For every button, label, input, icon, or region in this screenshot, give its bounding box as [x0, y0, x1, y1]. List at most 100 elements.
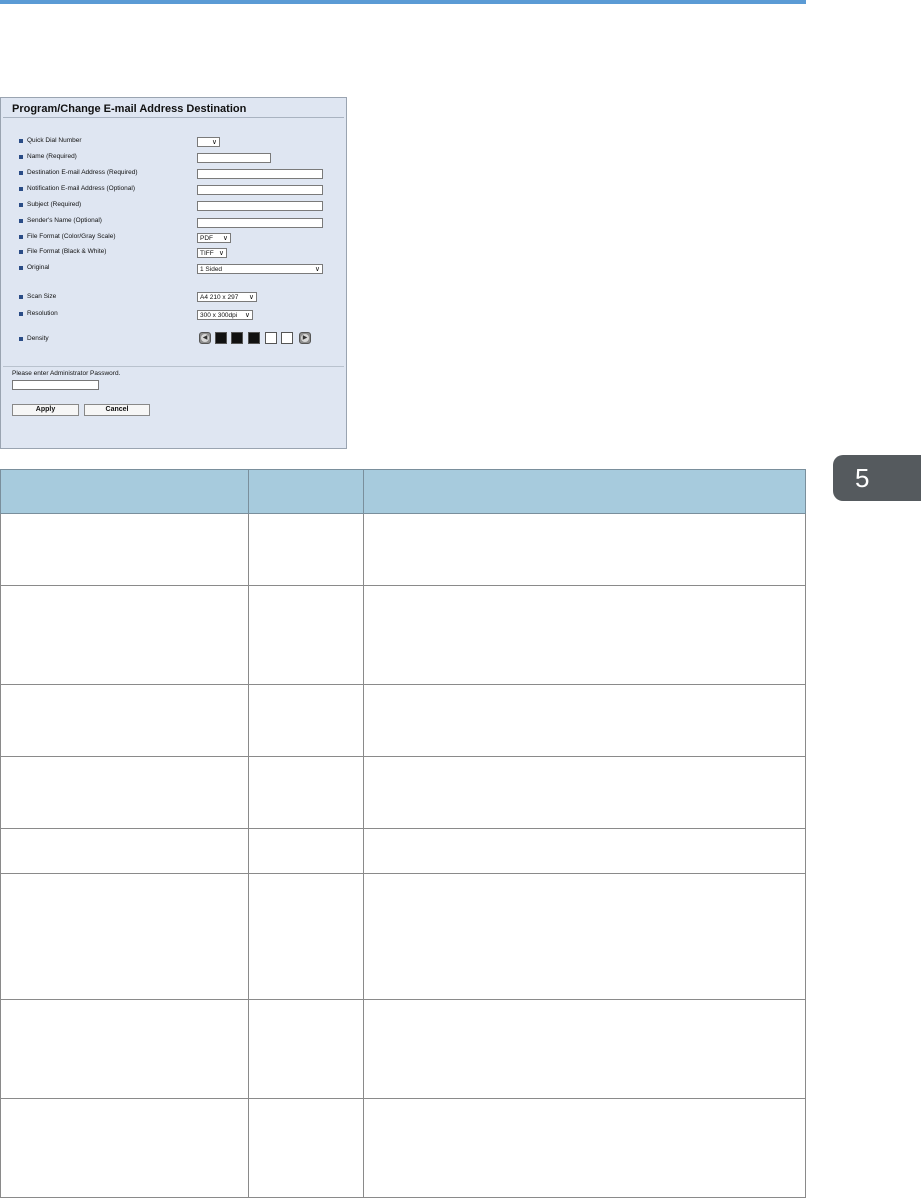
- table-cell: [248, 585, 364, 685]
- field-row: Name (Required): [19, 151, 77, 163]
- bullet-icon: [19, 295, 23, 299]
- table-row: [0, 873, 806, 1000]
- field-row: Subject (Required): [19, 199, 81, 211]
- subject-input[interactable]: [197, 201, 323, 211]
- field-row: File Format (Color/Gray Scale): [19, 231, 116, 243]
- table-cell: [0, 585, 249, 685]
- table-cell: [363, 684, 806, 757]
- table-cell: [248, 873, 364, 1000]
- bullet-icon: [19, 219, 23, 223]
- cancel-button[interactable]: Cancel: [84, 404, 150, 416]
- table-cell: [363, 756, 806, 829]
- original-select[interactable]: 1 Sided ∨: [197, 264, 323, 274]
- table-cell: [248, 756, 364, 829]
- sender-name-input[interactable]: [197, 218, 323, 228]
- table-cell: [0, 999, 249, 1099]
- table-header-row: [0, 469, 806, 514]
- table-cell: [0, 684, 249, 757]
- header-item: [0, 469, 249, 514]
- bullet-icon: [19, 155, 23, 159]
- table-row: [0, 828, 806, 874]
- bullet-icon: [19, 139, 23, 143]
- field-label: Density: [27, 335, 49, 342]
- destination-email-input[interactable]: [197, 169, 323, 179]
- table-cell: [0, 513, 249, 586]
- field-label: Quick Dial Number: [27, 137, 82, 144]
- density-level-box: [248, 332, 260, 344]
- field-label: Notification E-mail Address (Optional): [27, 185, 136, 192]
- panel-title: Program/Change E-mail Address Destinatio…: [12, 103, 247, 115]
- field-label: Name (Required): [27, 153, 77, 160]
- admin-password-input[interactable]: [12, 380, 99, 390]
- field-label: Resolution: [27, 310, 58, 317]
- top-rule: [0, 0, 806, 4]
- table-cell: [363, 1098, 806, 1198]
- density-level-box: [231, 332, 243, 344]
- field-label: Original: [27, 264, 50, 271]
- field-label: Destination E-mail Address (Required): [27, 169, 138, 176]
- quick-dial-select[interactable]: ∨: [197, 137, 220, 147]
- table-cell: [363, 873, 806, 1000]
- chevron-down-icon: ∨: [218, 250, 224, 257]
- field-row: Destination E-mail Address (Required): [19, 167, 138, 179]
- field-row: Resolution: [19, 308, 58, 320]
- field-label: Scan Size: [27, 293, 57, 300]
- table-row: [0, 999, 806, 1099]
- select-value: A4 210 x 297: [200, 294, 239, 301]
- table-row: [0, 585, 806, 685]
- chevron-down-icon: ∨: [222, 235, 228, 242]
- field-row: File Format (Black & White): [19, 246, 106, 258]
- table-cell: [363, 585, 806, 685]
- color-format-select[interactable]: PDF ∨: [197, 233, 231, 243]
- bullet-icon: [19, 266, 23, 270]
- header-description: [363, 469, 806, 514]
- table-cell: [248, 684, 364, 757]
- select-value: TIFF: [200, 250, 214, 257]
- density-level-box: [281, 332, 293, 344]
- table-cell: [0, 873, 249, 1000]
- chevron-down-icon: ∨: [211, 139, 217, 146]
- scan-size-select[interactable]: A4 210 x 297 ∨: [197, 292, 257, 302]
- field-label: File Format (Black & White): [27, 248, 107, 255]
- chevron-down-icon: ∨: [314, 266, 320, 273]
- bullet-icon: [19, 187, 23, 191]
- field-row: Density: [19, 333, 49, 345]
- table-cell: [248, 1098, 364, 1198]
- password-prompt: Please enter Administrator Password.: [12, 370, 121, 377]
- table-row: [0, 756, 806, 829]
- right-arrow-icon: ▶: [301, 334, 309, 342]
- table-cell: [248, 513, 364, 586]
- density-increase-button[interactable]: ▶: [299, 332, 311, 344]
- table-row: [0, 684, 806, 757]
- bullet-icon: [19, 337, 23, 341]
- chevron-down-icon: ∨: [244, 312, 250, 319]
- header-setting: [248, 469, 364, 514]
- bw-format-select[interactable]: TIFF ∨: [197, 248, 227, 258]
- resolution-select[interactable]: 300 x 300dpi ∨: [197, 310, 253, 320]
- title-divider: [3, 117, 344, 118]
- bullet-icon: [19, 203, 23, 207]
- apply-button[interactable]: Apply: [12, 404, 79, 416]
- field-row: Quick Dial Number: [19, 135, 82, 147]
- field-row: Scan Size: [19, 291, 56, 303]
- bullet-icon: [19, 235, 23, 239]
- field-label: Subject (Required): [27, 201, 82, 208]
- notification-email-input[interactable]: [197, 185, 323, 195]
- table-cell: [0, 1098, 249, 1198]
- table-cell: [0, 828, 249, 874]
- bullet-icon: [19, 171, 23, 175]
- table-cell: [248, 828, 364, 874]
- density-level-box: [265, 332, 277, 344]
- select-value: 1 Sided: [200, 266, 223, 273]
- field-row: Notification E-mail Address (Optional): [19, 183, 135, 195]
- table-cell: [0, 756, 249, 829]
- table-cell: [363, 828, 806, 874]
- field-label: Sender's Name (Optional): [27, 217, 102, 224]
- table-cell: [363, 513, 806, 586]
- name-input[interactable]: [197, 153, 271, 163]
- table-cell: [248, 999, 364, 1099]
- density-decrease-button[interactable]: ◀: [199, 332, 211, 344]
- field-row: Sender's Name (Optional): [19, 215, 102, 227]
- chevron-down-icon: ∨: [248, 294, 254, 301]
- table-row: [0, 1098, 806, 1198]
